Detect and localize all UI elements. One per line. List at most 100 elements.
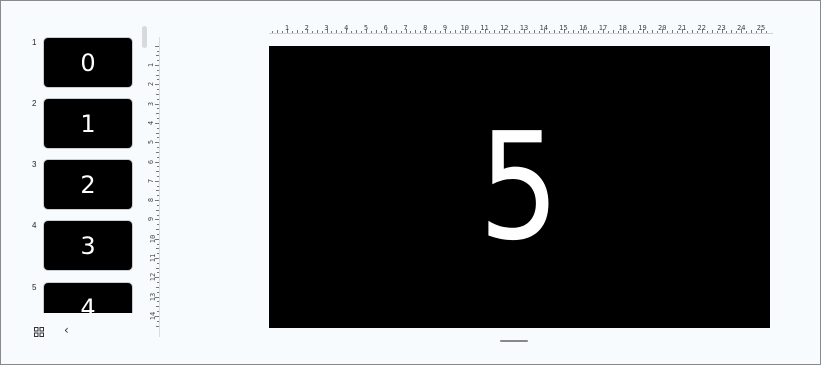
ruler-tick (361, 31, 363, 33)
ruler-tick (157, 253, 159, 255)
slide-number: 1 (32, 38, 37, 47)
slide-list: 1 0 2 1 3 2 4 3 5 4 (1, 1, 151, 313)
slide-thumbnail-text: 4 (80, 293, 96, 314)
ruler-tick (588, 31, 590, 33)
ruler-tick (157, 127, 159, 129)
ruler-tick (157, 311, 159, 313)
ruler-label: 5 (363, 24, 369, 32)
ruler-tick (331, 31, 333, 33)
ruler-tick (156, 171, 159, 173)
slide-thumbnail-text: 1 (80, 109, 96, 138)
slide-thumbnail[interactable]: 2 (44, 160, 132, 209)
ruler-tick (632, 30, 634, 33)
ruler-tick (157, 175, 159, 177)
grid-view-icon[interactable] (34, 327, 44, 337)
ruler-tick (612, 30, 614, 33)
ruler-tick (157, 301, 159, 303)
slide-entry-3[interactable]: 3 2 (1, 160, 151, 216)
ruler-tick (474, 30, 476, 33)
ruler-tick (157, 108, 159, 110)
ruler-label: 3 (147, 101, 156, 106)
ruler-label: 24 (737, 24, 746, 32)
ruler-tick (370, 31, 372, 33)
ruler-tick (351, 31, 353, 33)
ruler-tick (415, 30, 417, 33)
ruler-label: 15 (559, 24, 568, 32)
current-slide-canvas[interactable]: 5 (269, 46, 770, 328)
slide-panel: 1 0 2 1 3 2 4 3 5 4 ‹ (1, 1, 151, 364)
ruler-tick (157, 118, 159, 120)
ruler-tick (449, 31, 451, 33)
ruler-tick (157, 272, 159, 274)
ruler-tick (514, 30, 516, 33)
ruler-tick (157, 282, 159, 284)
ruler-tick (272, 31, 274, 33)
ruler-tick (157, 166, 159, 168)
ruler-tick (430, 31, 432, 33)
ruler-tick (548, 31, 550, 33)
slide-entry-1[interactable]: 1 0 (1, 38, 151, 94)
ruler-label: 3 (324, 24, 329, 32)
chevron-left-icon[interactable]: ‹ (64, 323, 69, 337)
ruler-label: 4 (344, 24, 349, 32)
ruler-tick (375, 30, 377, 33)
ruler-tick (380, 31, 382, 33)
ruler-tick (156, 229, 159, 231)
ruler-label: 25 (756, 24, 766, 32)
slide-thumbnail[interactable]: 4 (44, 283, 132, 313)
slide-thumbnail[interactable]: 0 (44, 38, 132, 87)
ruler-label: 9 (147, 217, 156, 222)
ruler-tick (593, 30, 595, 33)
ruler-label: 13 (519, 24, 529, 32)
ruler-baseline (269, 33, 773, 34)
ruler-label: 11 (480, 24, 489, 32)
slide-thumbnail[interactable]: 3 (44, 221, 132, 270)
ruler-label: 19 (638, 24, 647, 32)
ruler-tick (746, 31, 748, 33)
ruler-label: 8 (423, 24, 428, 32)
ruler-tick (420, 31, 422, 33)
slide-thumbnail-text: 0 (80, 48, 96, 77)
slide-entry-5[interactable]: 5 4 (1, 283, 151, 313)
ruler-tick (672, 30, 674, 33)
ruler-tick (157, 214, 159, 216)
ruler-label: 14 (149, 311, 158, 321)
ruler-tick (156, 93, 159, 95)
ruler-tick (157, 89, 159, 91)
horizontal-ruler: 1 2 3 4 5 6 7 8 9 10 11 12 13 14 15 16 17 18 19 20 21 22 23 24 2… (269, 23, 773, 37)
current-slide-text[interactable]: 5 (479, 113, 560, 261)
ruler-tick (156, 113, 159, 115)
ruler-tick (157, 137, 159, 139)
ruler-tick (607, 31, 609, 33)
notes-resize-handle[interactable] (500, 340, 528, 342)
slide-number: 2 (32, 99, 37, 108)
ruler-label: 9 (442, 24, 448, 32)
ruler-tick (731, 30, 733, 33)
slide-thumbnail[interactable]: 1 (44, 99, 132, 148)
ruler-tick (528, 31, 530, 33)
slide-thumbnail-text: 2 (80, 170, 96, 199)
ruler-tick (573, 30, 575, 33)
ruler-tick (410, 31, 412, 33)
ruler-label: 13 (149, 292, 158, 301)
ruler-label: 11 (149, 253, 158, 263)
ruler-tick (282, 31, 284, 33)
ruler-label: 12 (149, 273, 158, 282)
slide-entry-2[interactable]: 2 1 (1, 99, 151, 155)
ruler-tick (155, 180, 159, 182)
vertical-ruler: 1 2 3 4 5 6 7 8 9 10 11 12 13 14 (147, 45, 161, 329)
ruler-label: 7 (403, 24, 408, 32)
ruler-tick (156, 248, 159, 250)
ruler-tick (390, 31, 392, 33)
ruler-tick (155, 84, 159, 86)
ruler-tick (336, 30, 338, 33)
ruler-tick (156, 55, 159, 57)
slide-entry-4[interactable]: 4 3 (1, 221, 151, 277)
ruler-tick (155, 103, 159, 105)
ruler-label: 10 (460, 24, 469, 32)
ruler-tick (157, 69, 159, 71)
ruler-tick (691, 30, 693, 33)
ruler-tick (751, 30, 753, 33)
ruler-tick (157, 224, 159, 226)
ruler-tick (435, 30, 437, 33)
